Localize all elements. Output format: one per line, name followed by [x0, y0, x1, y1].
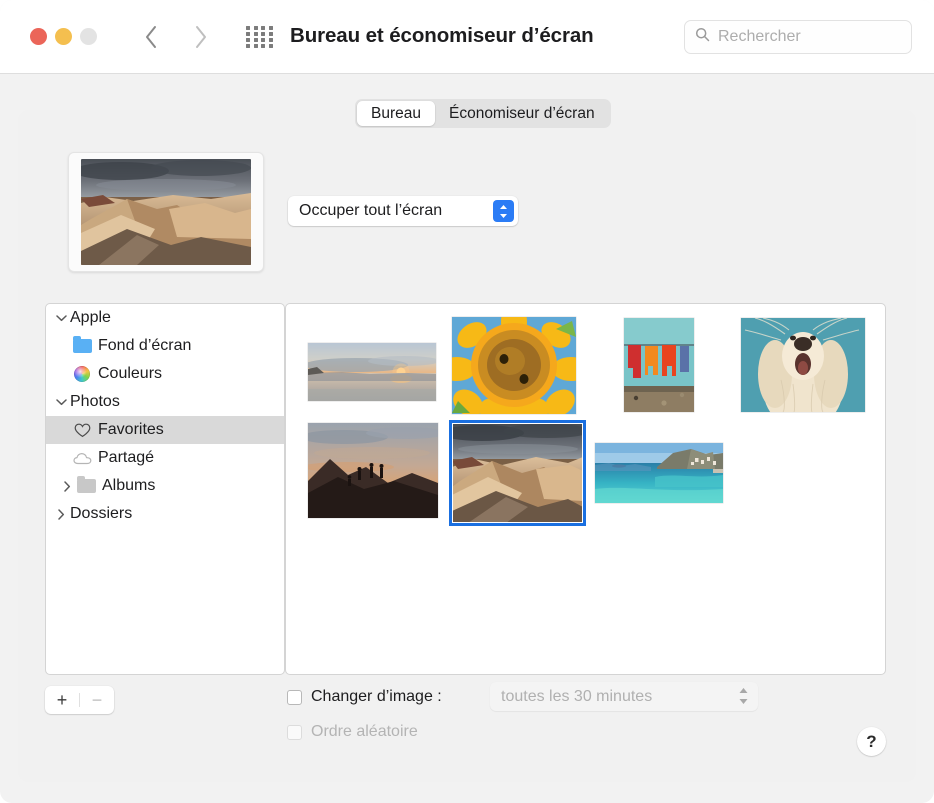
desert-rock-art: [452, 423, 583, 523]
sidebar-item-label: Albums: [102, 477, 155, 495]
laundry-art: [624, 318, 694, 412]
grid-dot: [269, 38, 273, 42]
chevron-down-icon[interactable]: [52, 314, 70, 322]
wallpaper-grid-panel: [285, 303, 886, 675]
thumbnail-sunflower-closeup[interactable]: [452, 317, 576, 414]
sunflower-art: [452, 317, 576, 414]
heart-icon: [72, 422, 92, 438]
tab-bureau[interactable]: Bureau: [357, 101, 435, 126]
change-interval-value: toutes les 30 minutes: [501, 688, 652, 706]
sidebar-item-dossiers[interactable]: Dossiers: [46, 500, 284, 528]
search-icon: [695, 27, 710, 47]
grid-dot: [261, 26, 265, 30]
page-title: Bureau et économiseur d’écran: [290, 24, 594, 48]
sidebar-item-couleurs[interactable]: Couleurs: [46, 360, 284, 388]
updown-chevrons-icon: [738, 687, 749, 705]
random-order-option: Ordre aléatoire: [287, 723, 418, 741]
tab-bar: Bureau Économiseur d’écran: [355, 99, 611, 128]
fill-mode-value: Occuper tout l’écran: [299, 202, 442, 220]
preferences-window: Bureau et économiseur d’écran Bureau Éco…: [0, 0, 934, 803]
hikers-art: [308, 423, 438, 518]
change-picture-option[interactable]: Changer d’image :: [287, 688, 442, 706]
grid-dot: [246, 44, 250, 48]
grid-dot: [254, 44, 258, 48]
sidebar-item-albums[interactable]: Albums: [46, 472, 284, 500]
desktop-preview-thumbnail[interactable]: [81, 159, 251, 265]
grid-dot: [261, 44, 265, 48]
remove-folder-button: −: [80, 690, 114, 711]
chevron-right-icon[interactable]: [52, 509, 70, 520]
updown-chevrons-icon[interactable]: [493, 200, 514, 222]
sidebar-item-partage[interactable]: Partagé: [46, 444, 284, 472]
thumbnail-coastal-turquoise-bay[interactable]: [595, 443, 723, 503]
dog-art: [741, 318, 865, 412]
desert-rock-formation-art: [81, 159, 251, 265]
sidebar-item-label: Photos: [70, 393, 120, 411]
beach-sunset-art: [308, 343, 436, 401]
minimize-button[interactable]: [55, 28, 72, 45]
cloud-icon: [72, 450, 92, 466]
sidebar-item-label: Fond d’écran: [98, 337, 191, 355]
grid-dot: [254, 38, 258, 42]
grid-dot: [261, 32, 265, 36]
thumbnail-desert-rock-formation[interactable]: [449, 420, 586, 526]
add-folder-button[interactable]: +: [45, 690, 79, 711]
folder-gray-icon: [76, 478, 96, 494]
search-input[interactable]: [718, 28, 893, 46]
tab-economiseur-decran[interactable]: Économiseur d’écran: [435, 101, 609, 126]
sidebar-item-label: Couleurs: [98, 365, 162, 383]
chevron-right-icon[interactable]: [188, 22, 214, 52]
grid-dot: [269, 32, 273, 36]
help-button[interactable]: ?: [857, 727, 886, 756]
sidebar-item-label: Apple: [70, 309, 111, 327]
change-picture-label: Changer d’image :: [311, 688, 442, 706]
change-interval-popup: toutes les 30 minutes: [490, 682, 758, 711]
sidebar-item-apple[interactable]: Apple: [46, 304, 284, 332]
sidebar-item-label: Dossiers: [70, 505, 132, 523]
thumbnail-beach-sunset-panorama[interactable]: [308, 343, 436, 401]
add-remove-button-group: + −: [45, 686, 114, 714]
sidebar-item-photos[interactable]: Photos: [46, 388, 284, 416]
sidebar-item-label: Partagé: [98, 449, 154, 467]
folder-blue-icon: [72, 338, 92, 354]
thumbnail-laundry-on-line[interactable]: [624, 318, 694, 412]
sidebar-item-label: Favorites: [98, 421, 164, 439]
search-field[interactable]: [684, 20, 912, 54]
navigation-arrows: [138, 22, 214, 52]
show-all-grid-icon[interactable]: [246, 26, 274, 48]
chevron-right-icon[interactable]: [58, 481, 76, 492]
grid-dot: [261, 38, 265, 42]
grid-dot: [254, 26, 258, 30]
close-button[interactable]: [30, 28, 47, 45]
grid-dot: [246, 38, 250, 42]
thumbnail-afghan-hound-dog[interactable]: [741, 318, 865, 412]
random-order-label: Ordre aléatoire: [311, 723, 418, 741]
desktop-preview-frame: [68, 152, 264, 272]
grid-dot: [269, 44, 273, 48]
fill-mode-popup[interactable]: Occuper tout l’écran: [288, 196, 518, 226]
zoom-button: [80, 28, 97, 45]
change-picture-checkbox[interactable]: [287, 690, 302, 705]
random-order-checkbox: [287, 725, 302, 740]
source-list-sidebar[interactable]: Apple Fond d’écran Couleurs Photos Favor…: [45, 303, 285, 675]
grid-dot: [246, 26, 250, 30]
window-controls: [30, 28, 97, 45]
grid-dot: [246, 32, 250, 36]
sidebar-item-fond-decran[interactable]: Fond d’écran: [46, 332, 284, 360]
sidebar-item-favorites[interactable]: Favorites: [46, 416, 284, 444]
color-wheel-icon: [72, 366, 92, 382]
chevron-left-icon[interactable]: [138, 22, 164, 52]
thumbnail-hikers-rock-sunset[interactable]: [308, 423, 438, 518]
chevron-down-icon[interactable]: [52, 398, 70, 406]
grid-dot: [269, 26, 273, 30]
window-titlebar: Bureau et économiseur d’écran: [0, 0, 934, 74]
grid-dot: [254, 32, 258, 36]
coastal-bay-art: [595, 443, 723, 503]
